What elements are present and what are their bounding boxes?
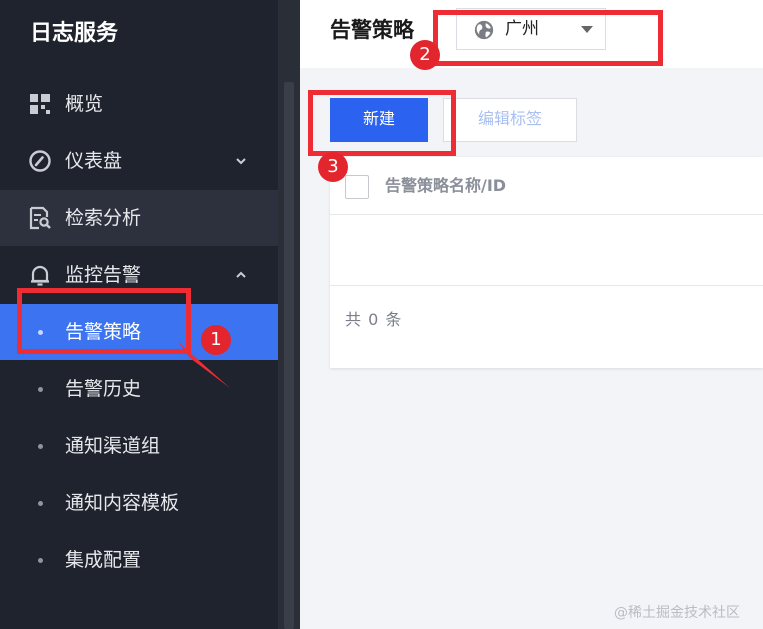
bell-icon: [31, 265, 49, 286]
sidebar-subitem-notification-group[interactable]: 通知渠道组: [0, 418, 278, 474]
bullet-dot: [38, 444, 43, 449]
edit-tags-button[interactable]: 编辑标签: [443, 98, 577, 142]
search-doc-icon: [29, 206, 51, 230]
chevron-down-icon: [236, 158, 246, 165]
annotation-box-2: [433, 10, 663, 66]
sidebar-subitem-integration-config[interactable]: 集成配置: [0, 532, 278, 588]
bullet-dot: [38, 387, 43, 392]
sidebar-item-dashboard[interactable]: 仪表盘: [0, 133, 278, 189]
bullet-dot: [38, 501, 43, 506]
select-all-checkbox[interactable]: [345, 175, 369, 199]
table-header: 告警策略名称/ID: [330, 157, 763, 215]
page-title: 告警策略: [330, 18, 414, 42]
annotation-number-3: 3: [318, 152, 348, 182]
sidebar-item-label: 告警历史: [65, 378, 142, 400]
sidebar-item-label: 概览: [65, 93, 104, 115]
annotation-box-1: [17, 288, 191, 354]
alert-policy-table: 告警策略名称/ID 共 0 条: [330, 157, 763, 368]
sidebar-item-label: 通知渠道组: [65, 435, 161, 457]
brand-title: 日志服务: [30, 21, 119, 46]
bullet-dot: [38, 558, 43, 563]
sidebar-item-overview[interactable]: 概览: [0, 76, 278, 132]
sidebar-item-label: 仪表盘: [65, 150, 123, 172]
table-total-count: 共 0 条: [345, 310, 403, 329]
column-header-policy-name: 告警策略名称/ID: [385, 176, 507, 195]
sidebar-subitem-alert-history[interactable]: 告警历史: [0, 361, 278, 417]
annotation-box-3: [308, 90, 456, 156]
sidebar-item-search-analysis[interactable]: 检索分析: [0, 190, 278, 246]
chevron-up-icon: [236, 271, 246, 278]
sidebar-item-label: 集成配置: [65, 549, 142, 571]
sidebar-subitem-notification-template[interactable]: 通知内容模板: [0, 475, 278, 531]
sidebar-item-label: 检索分析: [65, 207, 142, 229]
annotation-number-1: 1: [201, 325, 231, 355]
dashboard-gauge-icon: [29, 150, 51, 172]
sidebar-item-label: 通知内容模板: [65, 492, 180, 514]
annotation-number-2: 2: [410, 40, 440, 70]
watermark: @稀土掘金技术社区: [614, 605, 740, 621]
sidebar-scrollbar-thumb[interactable]: [284, 82, 294, 629]
grid-icon: [30, 94, 50, 114]
table-empty-row: [330, 216, 763, 286]
